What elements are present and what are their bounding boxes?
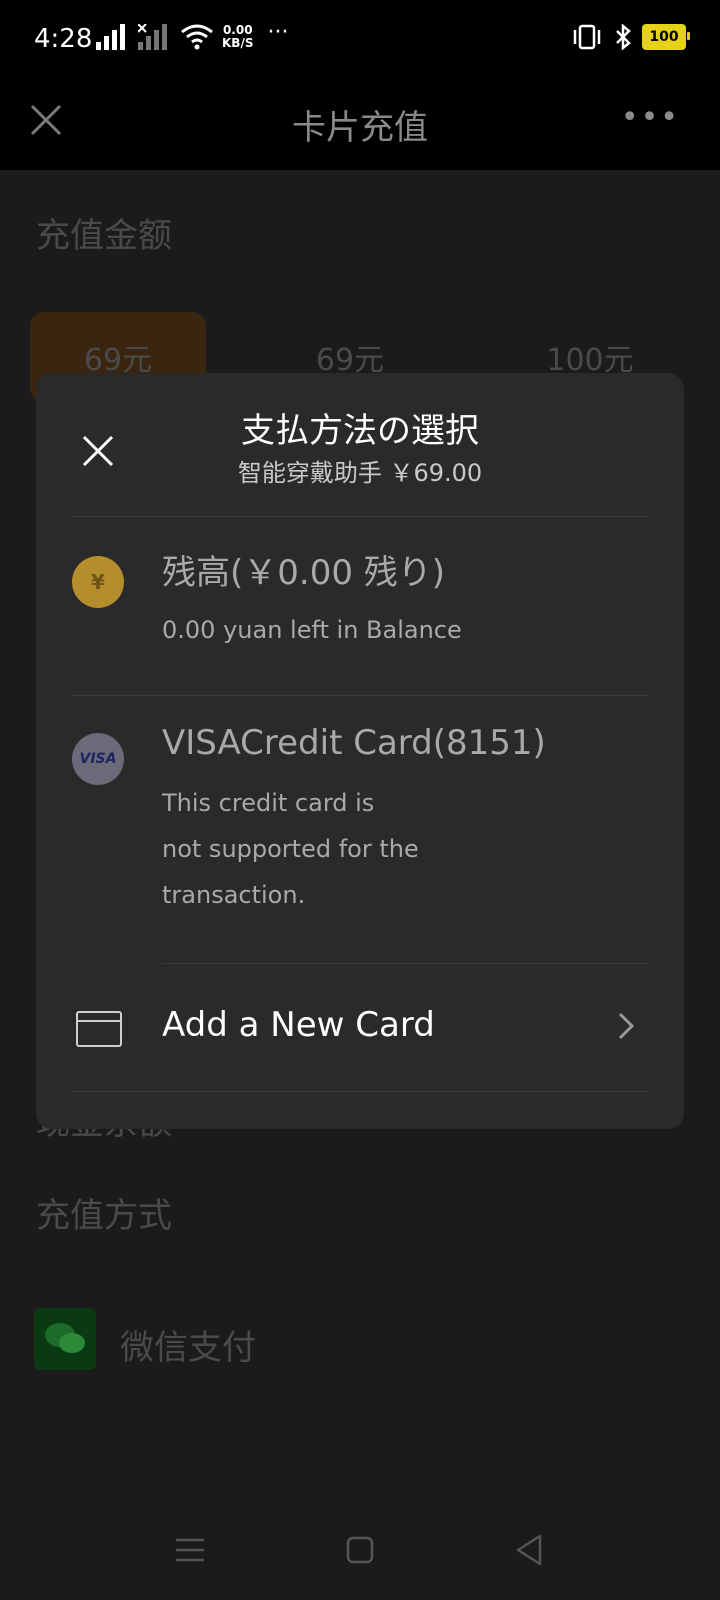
network-speed: 0.00 KB/S xyxy=(222,24,253,50)
divider xyxy=(72,695,648,696)
network-speed-unit: KB/S xyxy=(222,36,254,50)
balance-option-subtitle: 0.00 yuan left in Balance xyxy=(162,616,462,644)
bluetooth-icon xyxy=(616,24,631,50)
home-nav-icon[interactable] xyxy=(340,1530,380,1570)
battery-icon: 100 xyxy=(642,24,690,50)
recharge-method-title: 充值方式 xyxy=(36,1196,172,1236)
visa-option-message: This credit card is not supported for th… xyxy=(162,780,419,918)
balance-option-title: 残高(￥0.00 残り) xyxy=(162,553,446,593)
vibrate-icon xyxy=(573,24,601,50)
back-nav-icon[interactable] xyxy=(510,1530,550,1570)
yuan-coin-icon: ¥ xyxy=(72,556,124,608)
status-time: 4:28 xyxy=(34,24,93,54)
recharge-amount-title: 充值金额 xyxy=(36,216,172,256)
payment-method-dialog: 支払方法の選択 智能穿戴助手 ￥69.00 ¥ 残高(￥0.00 残り) 0.0… xyxy=(36,373,684,1129)
dialog-subtitle: 智能穿戴助手 ￥69.00 xyxy=(237,459,483,487)
signal-no-service-icon xyxy=(138,24,167,50)
credit-card-icon xyxy=(76,1011,122,1047)
more-notifications-icon: ··· xyxy=(267,19,289,45)
visa-option-message-line: transaction. xyxy=(162,881,306,909)
app-header: 卡片充值 ••• xyxy=(0,84,720,170)
chevron-right-icon xyxy=(618,1012,635,1040)
divider xyxy=(162,963,648,964)
divider xyxy=(72,1091,648,1092)
page-title: 卡片充值 xyxy=(292,108,428,148)
more-icon[interactable]: ••• xyxy=(621,100,680,135)
wechat-logo-icon xyxy=(45,1323,85,1353)
wechat-pay-label[interactable]: 微信支付 xyxy=(120,1320,256,1369)
navigation-bar xyxy=(0,1500,720,1600)
visa-option-title: VISACredit Card(8151) xyxy=(162,723,546,763)
visa-option-message-line: This credit card is xyxy=(162,789,375,817)
wifi-icon xyxy=(181,24,213,50)
dialog-title: 支払方法の選択 xyxy=(241,411,479,451)
visa-icon: VISA xyxy=(72,733,124,785)
status-left-icons: 0.00 KB/S ··· xyxy=(96,20,288,50)
status-bar: 4:28 0.00 KB/S ··· 100 xyxy=(0,0,720,84)
visa-option-message-line: not supported for the xyxy=(162,835,419,863)
wechat-pay-icon xyxy=(34,1308,96,1370)
add-new-card-label: Add a New Card xyxy=(162,1005,435,1045)
signal-icon xyxy=(96,24,125,50)
menu-nav-icon[interactable] xyxy=(170,1530,210,1570)
status-right-icons: 100 xyxy=(570,24,690,50)
divider xyxy=(72,516,648,517)
